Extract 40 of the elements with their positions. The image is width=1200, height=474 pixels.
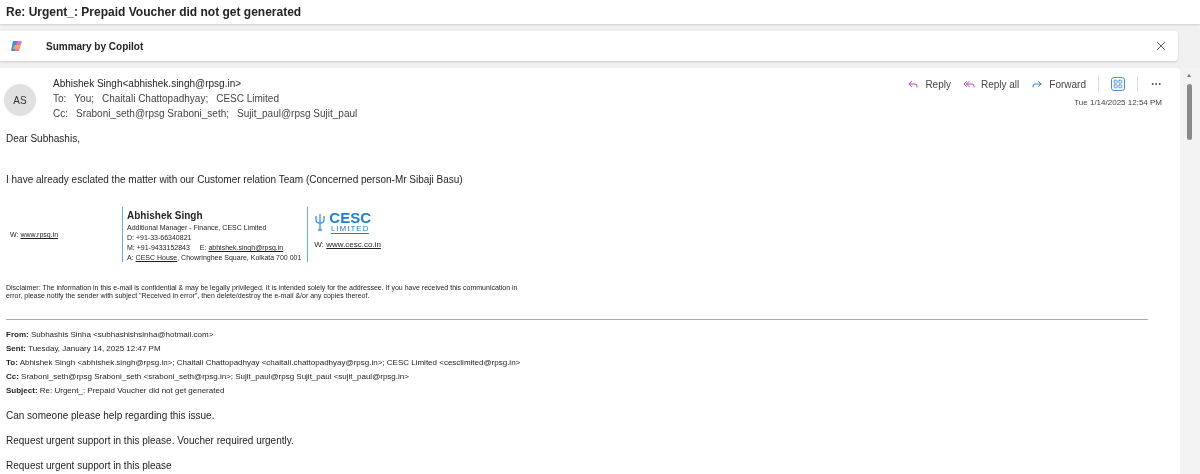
sender[interactable]: Abhishek Singh<abhishek.singh@rpsg.in> [53,78,908,89]
quoted-paragraph: Request urgent support in this please [6,458,173,473]
apps-button[interactable] [1111,77,1125,91]
recipient[interactable]: Chaitali Chattopadhyay; [102,93,209,104]
quoted-paragraph: Request urgent support in this please. Voucher required urgently. [6,433,295,448]
recipient[interactable]: You; [74,93,94,104]
reply-all-button[interactable]: Reply all [962,78,1020,90]
message-paragraph: I have already esclated the matter with our Customer relation Team (Concerned person-Mr Sibaji Basu) [6,174,464,185]
quoted-header: Cc: Sraboni_seth@rpsg Sraboni_seth <sraboni_seth@rpsg.in>; Sujit_paul@rpsg Sujit_paul <sujit_paul@rpsg.in> [6,370,410,383]
reply-button[interactable]: Reply [907,78,951,90]
scroll-up-icon[interactable] [1186,72,1192,78]
recipient[interactable]: Sraboni_seth@rpsg Sraboni_seth; [76,108,230,119]
recipient-label: Cc: [53,108,68,119]
reply-all-icon [962,78,975,90]
website-line: W: www.cesc.co.in [314,240,381,249]
recipient[interactable]: CESC Limited [216,93,279,104]
quoted-header: From: Subhashis Sinha <subhashishsinha@hotmail.com> [6,328,215,341]
signature-name: Abhishek Singh [127,210,204,221]
quoted-header: To: Abhishek Singh <abhishek.singh@rpsg.in>; Chaitali Chattopadhyay <chaitali.chattopadhyay@rpsg.in>; CESC Limited <cesclimited@rpsg.in> [6,356,522,369]
website-link[interactable]: www.cesc.co.in [326,240,381,249]
reply-icon [907,78,920,90]
quoted-header: Sent: Tuesday, January 14, 2025 12:47 PM [6,342,162,355]
recipient[interactable]: Sujit_paul@rpsg Sujit_paul [237,108,358,119]
company-logo: CESC LIMITED [329,210,372,234]
quoted-header: Subject: Re: Urgent_: Prepaid Voucher did not get generated [6,384,226,397]
copilot-logo-icon [10,39,24,53]
close-button[interactable] [1154,39,1168,53]
email-subject: Re: Urgent_: Prepaid Voucher did not get generated [6,5,302,19]
message-date: Tue 1/14/2025 12:54 PM [1074,98,1162,107]
forward-icon [1031,78,1044,90]
grid-icon [1113,79,1123,89]
copilot-summary-label[interactable]: Summary by Copilot [46,40,1132,52]
recipient-label: To: [53,93,67,104]
forward-button[interactable]: Forward [1031,78,1086,90]
scrollbar-thumb[interactable] [1187,84,1192,140]
trident-icon [314,213,327,231]
close-icon [1154,39,1168,53]
greeting: Dear Subhashis, [6,133,81,144]
avatar: AS [4,84,36,116]
quoted-paragraph: Can someone please help regarding this issue. [6,408,216,423]
